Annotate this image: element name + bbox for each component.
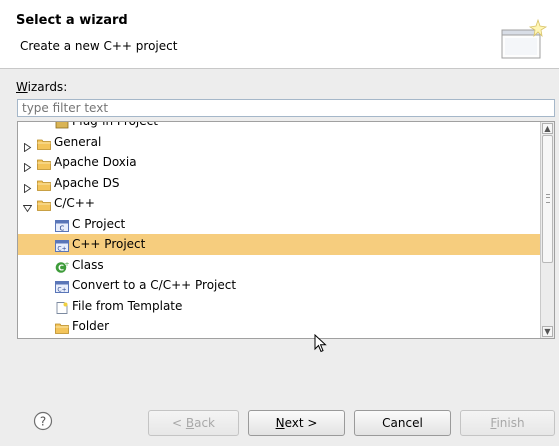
tree-item-general[interactable]: General (18, 132, 540, 153)
file-template-icon (55, 300, 69, 314)
tree-item-label: C/C++ (54, 196, 95, 210)
wizard-tree[interactable]: Plug-in Project General Apache Doxia Apache… (17, 121, 555, 339)
mouse-cursor-icon (314, 334, 327, 353)
svg-text:+: + (64, 261, 69, 268)
folder-icon (55, 320, 69, 334)
tree-item-label: File from Template (72, 298, 183, 313)
class-icon: C+ (55, 259, 70, 273)
expanded-twisty-icon[interactable] (22, 199, 33, 213)
tree-item-folder[interactable]: Folder (18, 316, 540, 337)
folder-icon (37, 197, 51, 211)
filter-input[interactable] (17, 99, 555, 117)
collapsed-twisty-icon[interactable] (23, 158, 32, 173)
collapsed-twisty-icon[interactable] (23, 138, 32, 152)
svg-text:C: C (60, 224, 65, 232)
tree-item-label: Folder (72, 319, 110, 333)
finish-button[interactable]: Finish (460, 410, 555, 436)
folder-icon (37, 177, 51, 191)
folder-icon (37, 136, 51, 150)
svg-text:C+: C+ (57, 287, 66, 294)
tree-item-apache-doxia[interactable]: Apache Doxia (18, 152, 540, 173)
tree-item-label: C Project (72, 216, 126, 231)
convert-icon: C+ (55, 279, 69, 294)
page-title: Select a wizard (16, 13, 128, 28)
project-icon (55, 122, 69, 129)
c-project-icon: C (55, 218, 69, 232)
scroll-up-icon[interactable]: ▲ (542, 123, 553, 134)
collapsed-twisty-icon[interactable] (23, 179, 32, 193)
tree-item-label: Class (72, 257, 104, 272)
tree-item-label: General (54, 134, 102, 149)
scrollbar-thumb[interactable] (542, 135, 553, 263)
cancel-button[interactable]: Cancel (354, 410, 451, 436)
tree-item-label: Convert to a C/C++ Project (72, 278, 237, 292)
wizard-tree-list: Plug-in Project General Apache Doxia Apache… (18, 121, 540, 337)
help-icon[interactable]: ? (33, 411, 53, 431)
tree-item-convert-to-a-c-c-project[interactable]: C+ Convert to a C/C++ Project (18, 275, 540, 296)
tree-item-c-project[interactable]: C C Project (18, 214, 540, 235)
tree-item-label: Plug-in Project (72, 121, 158, 128)
tree-item-label: Apache Doxia (54, 155, 137, 169)
scroll-down-icon[interactable]: ▼ (542, 326, 553, 337)
tree-item-label: C++ Project (72, 237, 146, 251)
svg-text:C+: C+ (57, 246, 66, 253)
svg-text:C: C (58, 263, 64, 272)
tree-scrollbar[interactable]: ▲ ▼ (540, 122, 554, 338)
back-button[interactable]: < Back (148, 410, 239, 436)
tree-item-c-project[interactable]: C+ C++ Project (18, 234, 540, 255)
wizard-header: Select a wizard Create a new C++ project (0, 0, 559, 69)
svg-text:?: ? (40, 415, 46, 429)
tree-item-label: Apache DS (54, 175, 120, 190)
tree-item-class[interactable]: C+Class (18, 255, 540, 276)
folder-icon (37, 156, 51, 170)
cpp-project-icon: C+ (55, 238, 69, 253)
tree-item-apache-ds[interactable]: Apache DS (18, 173, 540, 194)
tree-item-file-from-template[interactable]: File from Template (18, 296, 540, 317)
tree-item-plug-in-project[interactable]: Plug-in Project (18, 121, 540, 132)
wizards-label: Wizards: (16, 80, 68, 94)
next-button[interactable]: Next > (248, 410, 345, 436)
new-wizard-banner-icon (501, 18, 548, 59)
page-subtitle: Create a new C++ project (20, 39, 178, 53)
tree-item-c-c[interactable]: C/C++ (18, 193, 540, 214)
